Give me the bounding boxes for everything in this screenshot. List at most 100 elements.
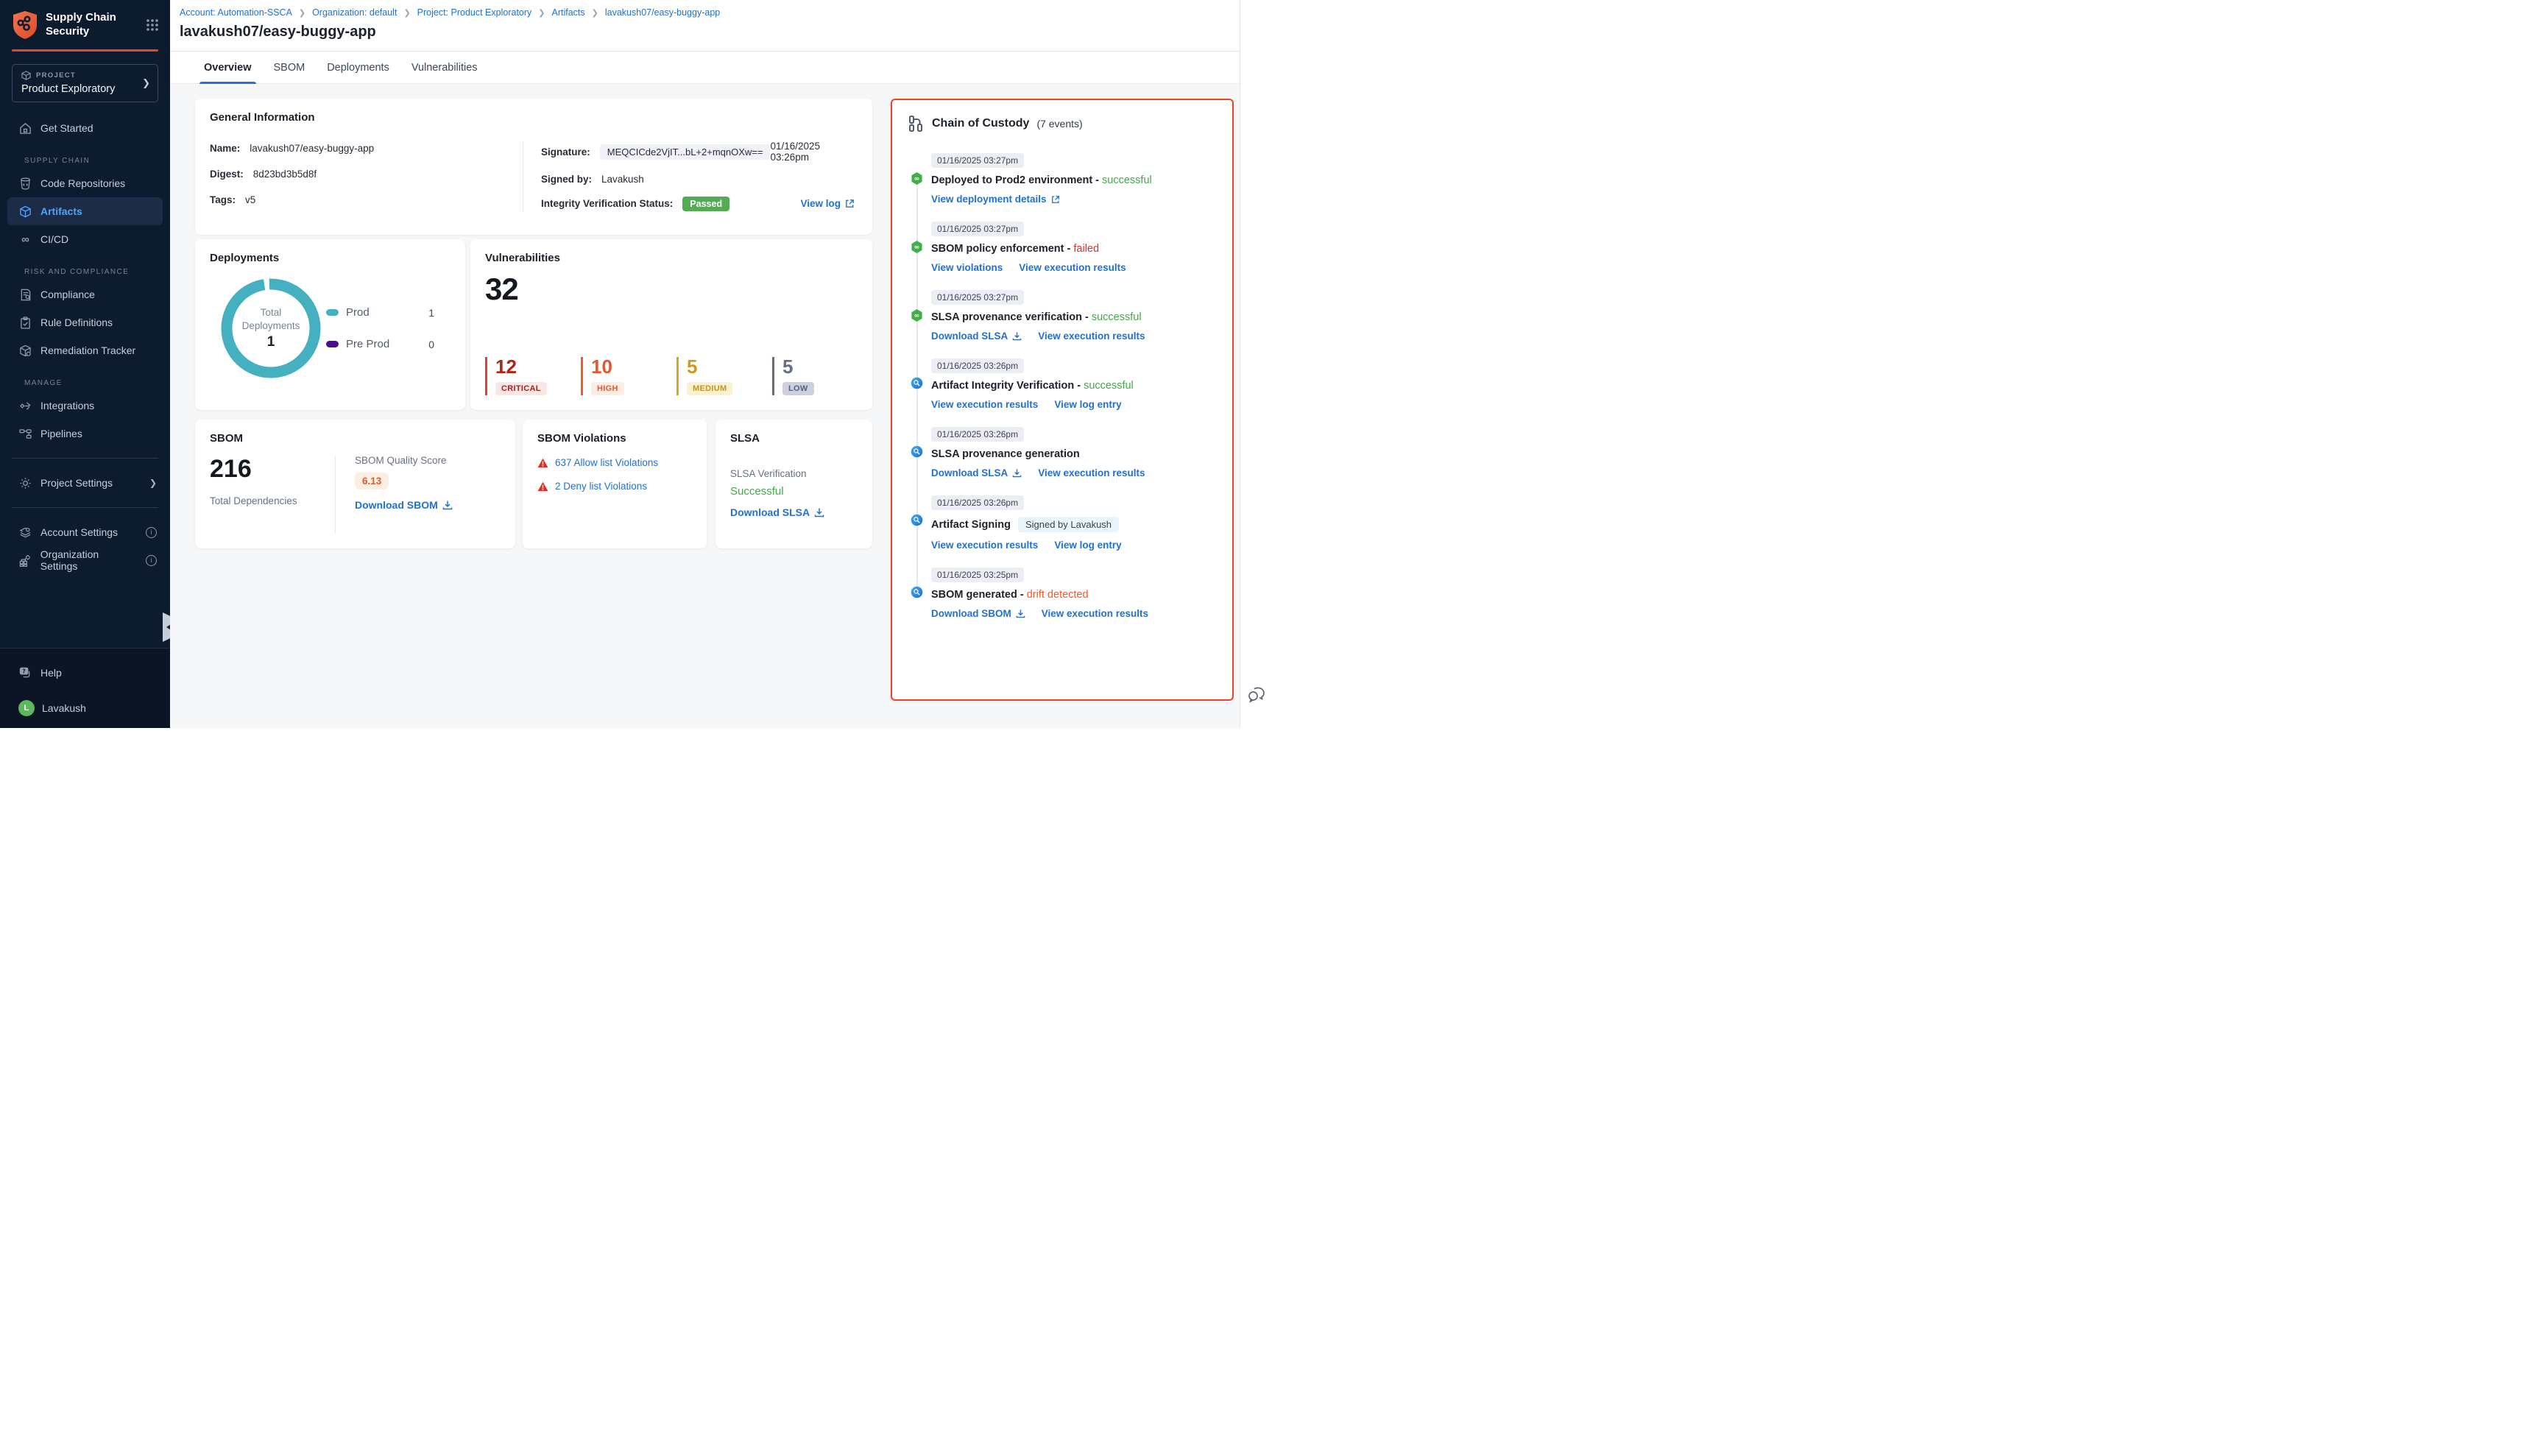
deny-list-violations-link[interactable]: 2 Deny list Violations	[555, 481, 647, 492]
chat-support-icon[interactable]	[1247, 686, 1266, 707]
view-execution-results-link[interactable]: View execution results	[1038, 467, 1145, 478]
sidebar-item-remediation-tracker[interactable]: Remediation Tracker	[0, 336, 170, 364]
document-search-icon	[18, 289, 32, 301]
view-violations-link[interactable]: View violations	[931, 262, 1003, 273]
deployments-legend: Prod 1 Pre Prod 0	[326, 306, 434, 350]
artifacts-cube-icon	[18, 205, 32, 218]
integrity-status-badge: Passed	[682, 197, 729, 211]
sbom-total-label: Total Dependencies	[210, 495, 335, 506]
tab-sbom[interactable]: SBOM	[274, 52, 305, 84]
view-execution-results-link[interactable]: View execution results	[1019, 262, 1126, 273]
home-icon	[18, 122, 32, 135]
event-timestamp: 01/16/2025 03:27pm	[931, 222, 1024, 236]
external-link-icon	[845, 199, 855, 208]
right-utility-rail	[1240, 0, 1272, 728]
medium-badge: MEDIUM	[687, 382, 732, 395]
view-log-entry-link[interactable]: View log entry	[1054, 399, 1121, 410]
deployments-card: Deployments Total Deployments 1	[195, 239, 465, 410]
user-menu[interactable]: L Lavakush	[0, 700, 170, 716]
sbom-quality-score: 6.13	[355, 473, 389, 490]
sidebar-item-get-started[interactable]: Get Started	[0, 114, 170, 142]
sidebar-item-account-settings[interactable]: Account Settings i	[0, 518, 170, 546]
sidebar-item-rule-definitions[interactable]: Rule Definitions	[0, 308, 170, 336]
scan-stage-icon	[911, 586, 923, 602]
view-execution-results-link[interactable]: View execution results	[931, 399, 1038, 410]
content-area: General Information Name:lavakush07/easy…	[170, 84, 1240, 728]
vulnerabilities-total: 32	[485, 272, 858, 307]
sbom-card: SBOM 216 Total Dependencies SBOM Quality…	[195, 420, 515, 548]
scan-stage-icon	[911, 514, 923, 530]
view-execution-results-link[interactable]: View execution results	[1042, 608, 1148, 619]
breadcrumb-current[interactable]: lavakush07/easy-buggy-app	[605, 7, 720, 18]
low-badge: LOW	[782, 382, 814, 395]
view-log-link[interactable]: View log	[800, 198, 855, 209]
allow-list-violations-link[interactable]: 637 Allow list Violations	[555, 457, 658, 468]
view-log-entry-link[interactable]: View log entry	[1054, 540, 1121, 551]
sidebar-item-help[interactable]: ? Help	[0, 659, 170, 687]
vulnerabilities-card: Vulnerabilities 32 12 CRITICAL 10 HIGH	[470, 239, 872, 410]
info-icon[interactable]: i	[146, 555, 157, 566]
download-slsa-link[interactable]: Download SLSA	[931, 331, 1022, 342]
sidebar-item-organization-settings[interactable]: Organization Settings i	[0, 546, 170, 574]
pre-prod-swatch	[326, 341, 339, 347]
app-title: Supply Chain Security	[46, 11, 116, 39]
event-timestamp: 01/16/2025 03:25pm	[931, 568, 1024, 582]
download-sbom-link[interactable]: Download SBOM	[931, 608, 1025, 619]
section-label-manage: MANAGE	[0, 379, 170, 387]
custody-event-slsa-verification: ∞ 01/16/2025 03:27pm SLSA provenance ver…	[911, 290, 1216, 342]
tab-vulnerabilities[interactable]: Vulnerabilities	[411, 52, 478, 84]
tab-overview[interactable]: Overview	[204, 52, 252, 84]
custody-event-sbom-policy: ∞ 01/16/2025 03:27pm SBOM policy enforce…	[911, 222, 1216, 273]
donut-total-value: 1	[267, 334, 275, 350]
signature-value: MEQCICde2VjIT...bL+2+mqnOXw==	[600, 144, 771, 160]
gear-icon	[18, 477, 32, 490]
custody-timeline: ∞ 01/16/2025 03:27pm Deployed to Prod2 e…	[911, 153, 1216, 619]
project-selector[interactable]: PROJECT Product Exploratory ❯	[12, 64, 158, 102]
breadcrumb: Account: Automation-SSCA❯ Organization: …	[180, 7, 1240, 18]
sidebar-item-integrations[interactable]: Integrations	[0, 392, 170, 420]
sbom-total-dependencies: 216	[210, 455, 335, 484]
svg-text:?: ?	[22, 668, 25, 674]
view-execution-results-link[interactable]: View execution results	[931, 540, 1038, 551]
sidebar-item-project-settings[interactable]: Project Settings ❯	[0, 469, 170, 497]
module-switcher-grid-icon[interactable]	[145, 18, 160, 32]
svg-text:∞: ∞	[914, 244, 920, 252]
tab-bar: Overview SBOM Deployments Vulnerabilitie…	[170, 52, 1240, 84]
card-title: General Information	[210, 111, 858, 124]
remediation-box-icon	[18, 344, 32, 357]
sidebar-item-pipelines[interactable]: Pipelines	[0, 420, 170, 448]
breadcrumb-account[interactable]: Account: Automation-SSCA	[180, 7, 292, 18]
sidebar-item-code-repositories[interactable]: Code Repositories	[0, 169, 170, 197]
breadcrumb-artifacts[interactable]: Artifacts	[552, 7, 585, 18]
chain-of-custody-title: Chain of Custody	[932, 117, 1029, 130]
sidebar-footer: ? Help L Lavakush	[0, 648, 170, 728]
signature-date: 01/16/2025 03:26pm	[770, 141, 855, 163]
breadcrumb-organization[interactable]: Organization: default	[312, 7, 397, 18]
view-deployment-details-link[interactable]: View deployment details	[931, 194, 1060, 205]
slsa-card: SLSA SLSA Verification Successful Downlo…	[716, 420, 872, 548]
download-icon	[1016, 609, 1025, 618]
organization-settings-icon	[18, 554, 32, 567]
custody-event-artifact-signing: 01/16/2025 03:26pm Artifact Signing Sign…	[911, 495, 1216, 551]
vertical-divider	[335, 456, 336, 533]
project-selector-value: Product Exploratory	[21, 83, 138, 95]
user-avatar: L	[18, 700, 35, 716]
card-title: Vulnerabilities	[485, 252, 858, 264]
slsa-verification-label: SLSA Verification	[730, 468, 858, 479]
sidebar-item-compliance[interactable]: Compliance	[0, 280, 170, 308]
tab-deployments[interactable]: Deployments	[327, 52, 389, 84]
download-sbom-link[interactable]: Download SBOM	[355, 499, 453, 511]
download-slsa-link[interactable]: Download SLSA	[931, 467, 1022, 478]
sidebar-item-cicd[interactable]: ∞ CI/CD	[0, 225, 170, 253]
overview-cards: General Information Name:lavakush07/easy…	[195, 99, 872, 728]
view-execution-results-link[interactable]: View execution results	[1038, 331, 1145, 342]
download-slsa-link[interactable]: Download SLSA	[730, 506, 824, 518]
breadcrumb-project[interactable]: Project: Product Exploratory	[417, 7, 532, 18]
digest-value: 8d23bd3b5d8f	[253, 169, 317, 180]
sidebar-item-artifacts[interactable]: Artifacts	[7, 197, 163, 225]
sidebar-nav: Get Started SUPPLY CHAIN Code Repositori…	[0, 114, 170, 574]
account-settings-icon	[18, 526, 32, 539]
info-icon[interactable]: i	[146, 527, 157, 538]
sidebar-divider	[12, 507, 158, 508]
project-selector-label: PROJECT	[36, 71, 76, 79]
